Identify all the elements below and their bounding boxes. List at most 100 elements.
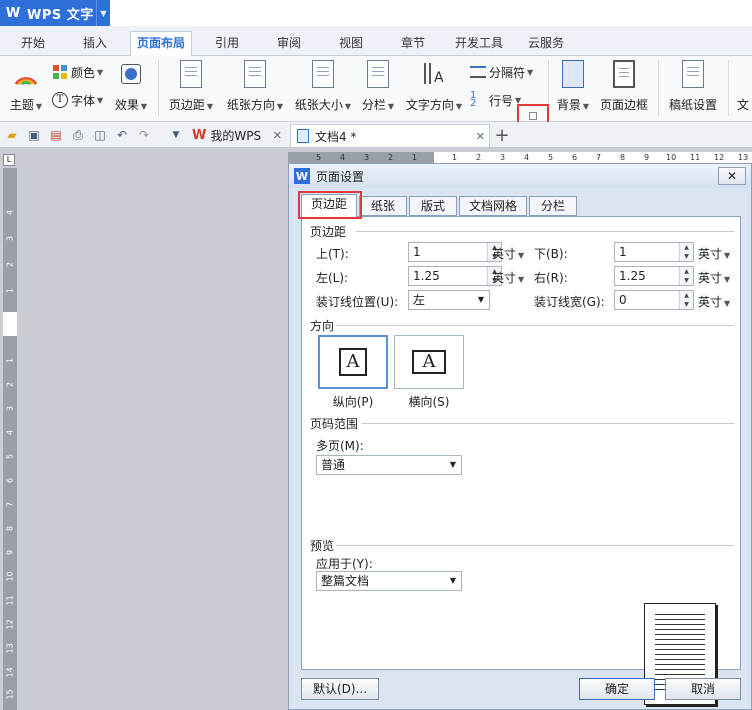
paper-size-button[interactable]: 纸张大小 ▼ <box>292 60 354 118</box>
text-direction-button[interactable]: A 文字方向 ▼ <box>404 60 464 118</box>
tab-cloud[interactable]: 云服务 <box>522 32 570 56</box>
print-icon[interactable]: ⎙ <box>70 127 86 143</box>
tab-document4[interactable]: 文档4 * ✕ <box>290 124 490 147</box>
tab-review[interactable]: 审阅 <box>270 32 308 56</box>
ruler-tick: 5 <box>5 453 15 460</box>
wps-logo-icon: W <box>5 5 21 21</box>
document-small-icon <box>297 129 309 143</box>
gutter-width-unit[interactable]: 英寸 ▼ <box>698 293 730 310</box>
quick-access-bar: ▰ ▣ ▤ ⎙ ◫ ↶ ↷ ▼ W 我的WPS ✕ 文档4 * ✕ + <box>0 122 752 148</box>
left-margin-input[interactable]: 1.25 ▲ ▼ <box>408 266 502 286</box>
new-tab-icon[interactable]: + <box>494 125 510 146</box>
tab-insert[interactable]: 插入 <box>76 32 114 56</box>
open-folder-icon[interactable]: ▰ <box>4 127 20 143</box>
undo-icon[interactable]: ↶ <box>114 127 130 143</box>
landscape-option[interactable]: A <box>394 335 464 389</box>
font-button[interactable]: T 字体 ▼ <box>52 90 103 110</box>
close-icon[interactable]: ✕ <box>718 167 746 185</box>
ruler-tick: 2 <box>5 381 15 388</box>
separator-icon <box>470 66 486 78</box>
ruler-tick: 12 <box>5 619 15 630</box>
right-margin-input[interactable]: 1.25 ▲ ▼ <box>614 266 694 286</box>
orientation-button[interactable]: 纸张方向 ▼ <box>224 60 286 118</box>
tab-references[interactable]: 引用 <box>208 32 246 56</box>
multiple-pages-select[interactable]: 普通 ▼ <box>316 455 462 475</box>
tab-document4-label: 文档4 * <box>315 129 357 144</box>
ruler-tick: 2 <box>5 261 15 268</box>
portrait-page-icon: A <box>339 348 367 376</box>
ruler-tick: 9 <box>5 549 15 556</box>
apply-to-label: 应用于(Y): <box>316 557 373 571</box>
close-tab-icon[interactable]: ✕ <box>273 129 282 142</box>
text-direction-label: 文字方向 ▼ <box>405 98 463 112</box>
page-border-icon <box>613 60 635 88</box>
ruler-tick: 12 <box>714 153 725 162</box>
effect-button[interactable]: 效果 ▼ <box>112 60 150 118</box>
print-preview-icon[interactable]: ◫ <box>92 127 108 143</box>
app-menu-button[interactable]: W WPS 文字 ▼ <box>0 0 110 26</box>
tab-layout[interactable]: 版式 <box>409 196 457 216</box>
tab-document-grid[interactable]: 文档网格 <box>459 196 527 216</box>
line-number-button[interactable]: 12 行号 ▼ <box>470 90 521 110</box>
portrait-label: 纵向(P) <box>332 395 374 409</box>
margins-button[interactable]: 页边距 ▼ <box>166 60 216 118</box>
spinner-arrows-icon[interactable]: ▲ ▼ <box>679 243 693 261</box>
left-margin-unit[interactable]: 英寸 ▼ <box>492 269 524 286</box>
gutter-position-select[interactable]: 左 ▼ <box>408 290 490 310</box>
paper-settings-button[interactable]: 稿纸设置 <box>666 60 720 118</box>
app-menu-dropdown-icon[interactable]: ▼ <box>96 0 110 26</box>
ok-button[interactable]: 确定 <box>579 678 655 700</box>
color-button[interactable]: 颜色 ▼ <box>52 62 103 82</box>
dialog-title-bar[interactable]: W 页面设置 ✕ <box>289 164 751 188</box>
tab-stop-selector-icon[interactable]: L <box>3 154 15 166</box>
top-margin-unit[interactable]: 英寸 ▼ <box>492 245 524 262</box>
apply-to-select[interactable]: 整篇文档 ▼ <box>316 571 462 591</box>
customize-dropdown-icon[interactable]: ▼ <box>168 127 184 143</box>
orientation-icon <box>244 60 266 88</box>
title-bar: W WPS 文字 ▼ <box>0 0 752 26</box>
columns-label: 分栏 ▼ <box>361 98 395 112</box>
page-setup-launcher-icon[interactable] <box>529 112 537 120</box>
top-margin-input[interactable]: 1 ▲ ▼ <box>408 242 502 262</box>
spinner-arrows-icon[interactable]: ▲ ▼ <box>679 291 693 309</box>
page-border-button[interactable]: 页面边框 <box>598 60 650 118</box>
theme-button[interactable]: 主题 ▼ <box>6 60 46 118</box>
default-button[interactable]: 默认(D)... <box>301 678 379 700</box>
theme-label: 主题 ▼ <box>9 98 43 112</box>
gutter-width-input[interactable]: 0 ▲ ▼ <box>614 290 694 310</box>
tab-columns[interactable]: 分栏 <box>529 196 577 216</box>
left-margin-value: 1.25 <box>413 269 440 283</box>
svg-text:A: A <box>434 70 444 86</box>
ruler-tick: 3 <box>5 235 15 242</box>
tab-paper[interactable]: 纸张 <box>359 196 407 216</box>
more-ribbon-button[interactable]: 文 <box>734 60 752 118</box>
tab-chapter[interactable]: 章节 <box>394 32 432 56</box>
export-pdf-icon[interactable]: ▤ <box>48 127 64 143</box>
left-margin-label: 左(L): <box>316 271 349 285</box>
ruler-tick: 2 <box>388 153 394 162</box>
background-button[interactable]: 背景 ▼ <box>554 60 592 118</box>
portrait-option[interactable]: A <box>318 335 388 389</box>
margins-icon <box>180 60 202 88</box>
top-margin-label: 上(T): <box>316 247 349 261</box>
columns-button[interactable]: 分栏 ▼ <box>358 60 398 118</box>
separator-button[interactable]: 分隔符 ▼ <box>470 62 533 82</box>
paper-size-icon <box>312 60 334 88</box>
gutter-width-value: 0 <box>619 293 627 307</box>
chevron-down-icon: ▼ <box>477 295 485 304</box>
page-border-label: 页面边框 <box>599 98 648 112</box>
redo-icon[interactable]: ↷ <box>136 127 152 143</box>
cancel-button[interactable]: 取消 <box>665 678 741 700</box>
save-icon[interactable]: ▣ <box>26 127 42 143</box>
tab-developer[interactable]: 开发工具 <box>450 32 508 56</box>
bottom-margin-unit[interactable]: 英寸 ▼ <box>698 245 730 262</box>
tab-view[interactable]: 视图 <box>332 32 370 56</box>
spinner-arrows-icon[interactable]: ▲ ▼ <box>679 267 693 285</box>
close-tab-icon[interactable]: ✕ <box>476 130 485 143</box>
right-margin-unit[interactable]: 英寸 ▼ <box>698 269 730 286</box>
tab-home[interactable]: 开始 <box>14 32 52 56</box>
tab-my-wps[interactable]: W 我的WPS ✕ <box>186 124 286 147</box>
margins-panel: 页边距 上(T): 1 ▲ ▼ 英寸 ▼ 下(B): 1 ▲ ▼ 英寸 ▼ 左(L): … <box>301 216 741 705</box>
tab-page-layout[interactable]: 页面布局 <box>130 31 192 57</box>
bottom-margin-input[interactable]: 1 ▲ ▼ <box>614 242 694 262</box>
